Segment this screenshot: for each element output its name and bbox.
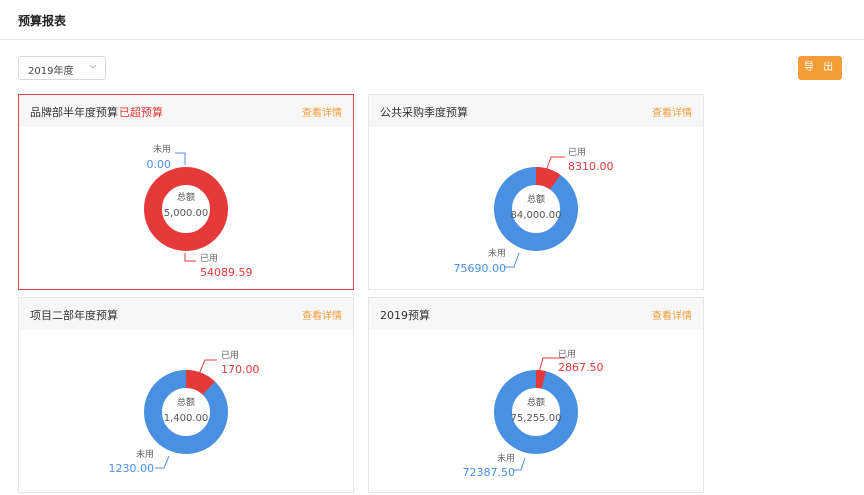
total-value: 84,000.00 [511,210,562,221]
budget-card-2019: 2019预算 查看详情 总额 75,255.00 已用 2867.50 未用 7… [368,297,704,493]
unused-segment [494,167,578,251]
total-value: 75,255.00 [511,413,562,424]
unused-leader-line [175,152,186,165]
used-value: 8310.00 [568,160,614,173]
used-label: 已用 [568,147,586,158]
budget-card-procurement: 公共采购季度预算 查看详情 总额 84,000.00 已用 8310.00 未用… [368,94,704,290]
card-header: 项目二部年度预算 查看详情 [19,298,353,330]
unused-value: 75690.00 [454,262,507,275]
chevron-down-icon [89,64,97,69]
card-title: 项目二部年度预算 [30,309,118,322]
unused-leader-line [155,455,170,469]
used-leader-line [198,359,217,375]
used-label: 已用 [221,350,239,361]
over-budget-badge: 已超预算 [119,106,163,119]
total-label: 总额 [527,193,545,205]
unused-label: 未用 [136,448,154,460]
donut-ring [494,167,578,251]
unused-segment [144,370,228,454]
card-title: 品牌部半年度预算 [30,106,118,119]
unused-label: 未用 [153,143,171,155]
budget-card-project: 项目二部年度预算 查看详情 总额 1,400.00 已用 170.00 未用 1… [18,297,354,493]
total-value: 1,400.00 [164,413,209,424]
donut-ring [494,370,578,454]
unused-value: 1230.00 [109,462,155,475]
page-header: 预算报表 [0,0,864,40]
total-label: 总额 [177,191,195,203]
used-label: 已用 [200,253,218,264]
year-select[interactable]: 2019年度 [18,56,106,80]
used-value: 54089.59 [200,266,253,279]
card-header: 2019预算 查看详情 [369,298,703,330]
budget-card-brand: 品牌部半年度预算 已超预算 查看详情 总额 5,000.00 未用 0.00 已… [18,94,354,290]
page-title: 预算报表 [18,14,67,28]
used-leader-line [184,253,196,262]
export-button[interactable]: 导 出 [798,56,842,80]
unused-segment [494,370,578,454]
unused-leader-line [514,457,526,471]
card-title: 2019预算 [380,309,430,322]
donut-ring [144,370,228,454]
donut-chart: 总额 75,255.00 已用 2867.50 未用 72387.50 [463,349,604,479]
card-title: 公共采购季度预算 [380,106,468,119]
used-value: 2867.50 [558,361,604,374]
view-details-link[interactable]: 查看详情 [652,307,692,322]
view-details-link[interactable]: 查看详情 [652,104,692,119]
donut-chart: 总额 5,000.00 未用 0.00 已用 54089.59 [144,143,253,279]
used-value: 170.00 [221,363,260,376]
used-leader-line [545,156,565,172]
total-value: 5,000.00 [164,208,209,219]
unused-label: 未用 [497,452,515,464]
donut-chart: 总额 1,400.00 已用 170.00 未用 1230.00 [109,350,260,475]
card-header: 公共采购季度预算 查看详情 [369,95,703,127]
used-label: 已用 [558,349,576,360]
unused-value: 72387.50 [463,466,516,479]
total-label: 总额 [527,396,545,408]
year-select-value: 2019年度 [28,66,74,77]
unused-leader-line [505,252,520,268]
view-details-link[interactable]: 查看详情 [302,104,342,119]
card-header: 品牌部半年度预算 已超预算 查看详情 [19,95,353,127]
unused-label: 未用 [488,247,506,259]
total-label: 总额 [177,396,195,408]
donut-chart: 总额 84,000.00 已用 8310.00 未用 75690.00 [454,147,614,275]
unused-value: 0.00 [147,158,172,171]
view-details-link[interactable]: 查看详情 [302,307,342,322]
